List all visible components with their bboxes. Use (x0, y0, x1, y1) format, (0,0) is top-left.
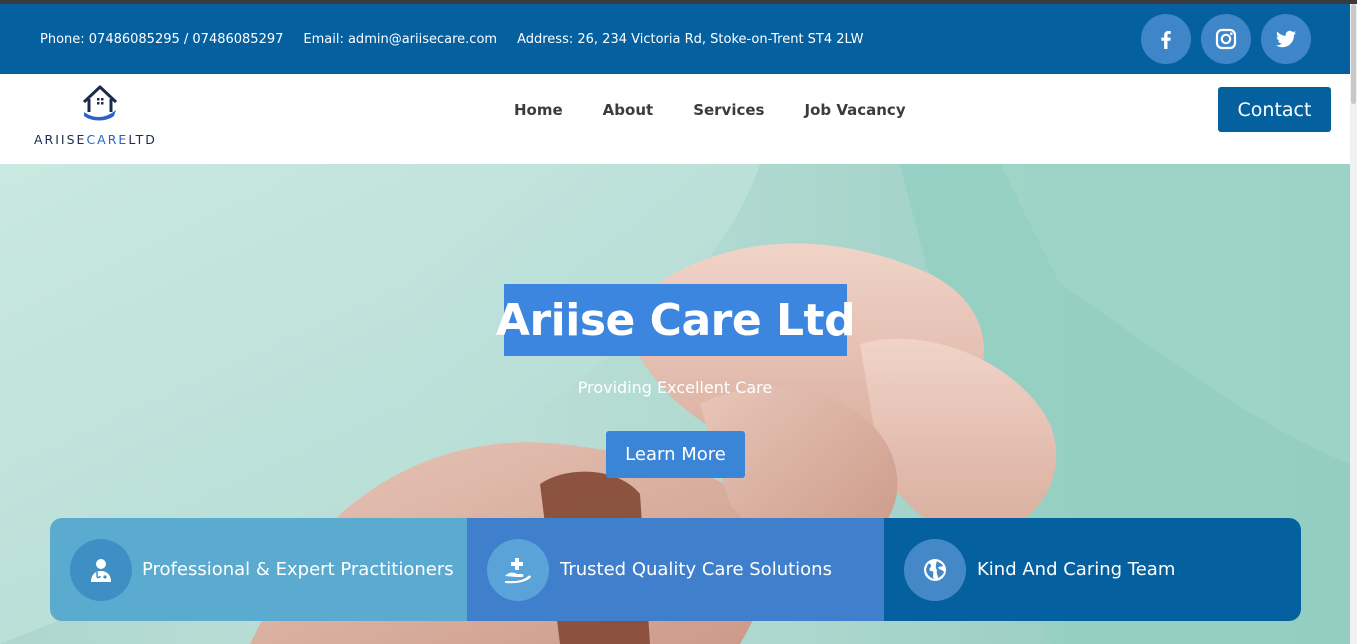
site-logo[interactable]: ARIISECARELTD (34, 82, 174, 154)
feature-icon-circle (904, 538, 966, 601)
address-text: Address: 26, 234 Victoria Rd, Stoke-on-T… (517, 31, 864, 47)
feature-icon-circle (70, 538, 132, 601)
feature-label-quality-care: Trusted Quality Care Solutions (560, 559, 832, 580)
nav-about[interactable]: About (603, 101, 654, 119)
contact-button[interactable]: Contact (1218, 87, 1331, 132)
feature-card-quality-care: Trusted Quality Care Solutions (467, 518, 884, 621)
instagram-icon (1215, 28, 1237, 50)
hero-title-highlight: Ariise Care Ltd (496, 284, 856, 356)
feature-label-practitioners: Professional & Expert Practitioners (142, 559, 454, 580)
hero-subtitle: Providing Excellent Care (577, 378, 773, 397)
page-scrollbar[interactable] (1350, 4, 1357, 644)
twitter-icon (1276, 30, 1296, 48)
doctor-icon (91, 558, 111, 582)
hero-title: Ariise Care Ltd (495, 294, 856, 346)
contact-info: Phone: 07486085295 / 07486085297 Email: … (40, 4, 863, 74)
top-contact-bar: Phone: 07486085295 / 07486085297 Email: … (0, 4, 1350, 74)
twitter-link[interactable] (1261, 14, 1311, 64)
instagram-link[interactable] (1201, 14, 1251, 64)
phone-text: Phone: 07486085295 / 07486085297 (40, 31, 284, 47)
feature-card-caring-team: Kind And Caring Team (884, 518, 1301, 621)
facebook-icon (1161, 31, 1171, 49)
feature-label-caring-team: Kind And Caring Team (977, 559, 1176, 580)
hero-section: Ariise Care Ltd Providing Excellent Care… (0, 164, 1350, 644)
scrollbar-thumb[interactable] (1351, 4, 1356, 104)
nav-services[interactable]: Services (693, 101, 764, 119)
social-links (1141, 14, 1311, 64)
nav-job-vacancy[interactable]: Job Vacancy (804, 101, 905, 119)
globe-icon (924, 558, 946, 581)
facebook-link[interactable] (1141, 14, 1191, 64)
main-navbar: ARIISECARELTD Home About Services Job Va… (0, 74, 1350, 164)
email-text: Email: admin@ariisecare.com (303, 31, 498, 47)
feature-strip: Professional & Expert Practitioners Trus… (50, 518, 1301, 621)
hand-plus-icon (505, 557, 531, 583)
logo-text-suffix: LTD (128, 132, 157, 147)
logo-wordmark: ARIISECARELTD (34, 132, 157, 147)
feature-icon-circle (487, 538, 549, 601)
logo-text-accent: CARE (86, 132, 129, 147)
nav-links: Home About Services Job Vacancy (514, 74, 906, 146)
feature-card-practitioners: Professional & Expert Practitioners (50, 518, 467, 621)
logo-text-main: ARIISE (34, 132, 87, 147)
nav-home[interactable]: Home (514, 101, 563, 119)
learn-more-button[interactable]: Learn More (606, 431, 745, 478)
house-logo-icon (82, 85, 118, 121)
